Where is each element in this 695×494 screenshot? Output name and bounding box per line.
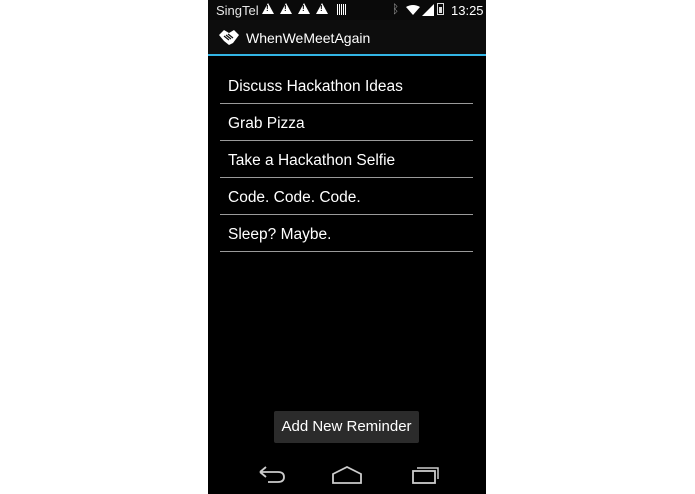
- reminder-list: Discuss Hackathon Ideas Grab Pizza Take …: [220, 68, 473, 253]
- list-item[interactable]: Sleep? Maybe.: [220, 216, 473, 252]
- list-item[interactable]: Code. Code. Code.: [220, 179, 473, 215]
- storage-icon: [337, 4, 346, 15]
- wifi-icon: [406, 5, 420, 15]
- add-new-reminder-button[interactable]: Add New Reminder: [274, 411, 419, 443]
- navigation-bar: [208, 454, 486, 494]
- home-icon[interactable]: [329, 462, 365, 486]
- clock: 13:25: [451, 3, 484, 18]
- recent-apps-icon[interactable]: [407, 462, 443, 486]
- app-title: WhenWeMeetAgain: [246, 30, 371, 46]
- warning-icon: [298, 3, 310, 14]
- warning-icon: [316, 3, 328, 14]
- status-bar: SingTel ᛒ 13:25: [208, 0, 486, 20]
- action-bar: WhenWeMeetAgain: [208, 20, 486, 56]
- list-item[interactable]: Take a Hackathon Selfie: [220, 142, 473, 178]
- list-item[interactable]: Discuss Hackathon Ideas: [220, 68, 473, 104]
- battery-icon: [437, 3, 444, 15]
- signal-icon: [422, 4, 434, 16]
- warning-icon: [262, 3, 274, 14]
- carrier-label: SingTel: [216, 3, 259, 18]
- bluetooth-icon: ᛒ: [392, 2, 400, 16]
- phone-screen: SingTel ᛒ 13:25 WhenWeMeetAgain Discuss …: [208, 0, 486, 494]
- handshake-icon[interactable]: [218, 27, 240, 47]
- back-icon[interactable]: [252, 462, 288, 486]
- warning-icon: [280, 3, 292, 14]
- list-item[interactable]: Grab Pizza: [220, 105, 473, 141]
